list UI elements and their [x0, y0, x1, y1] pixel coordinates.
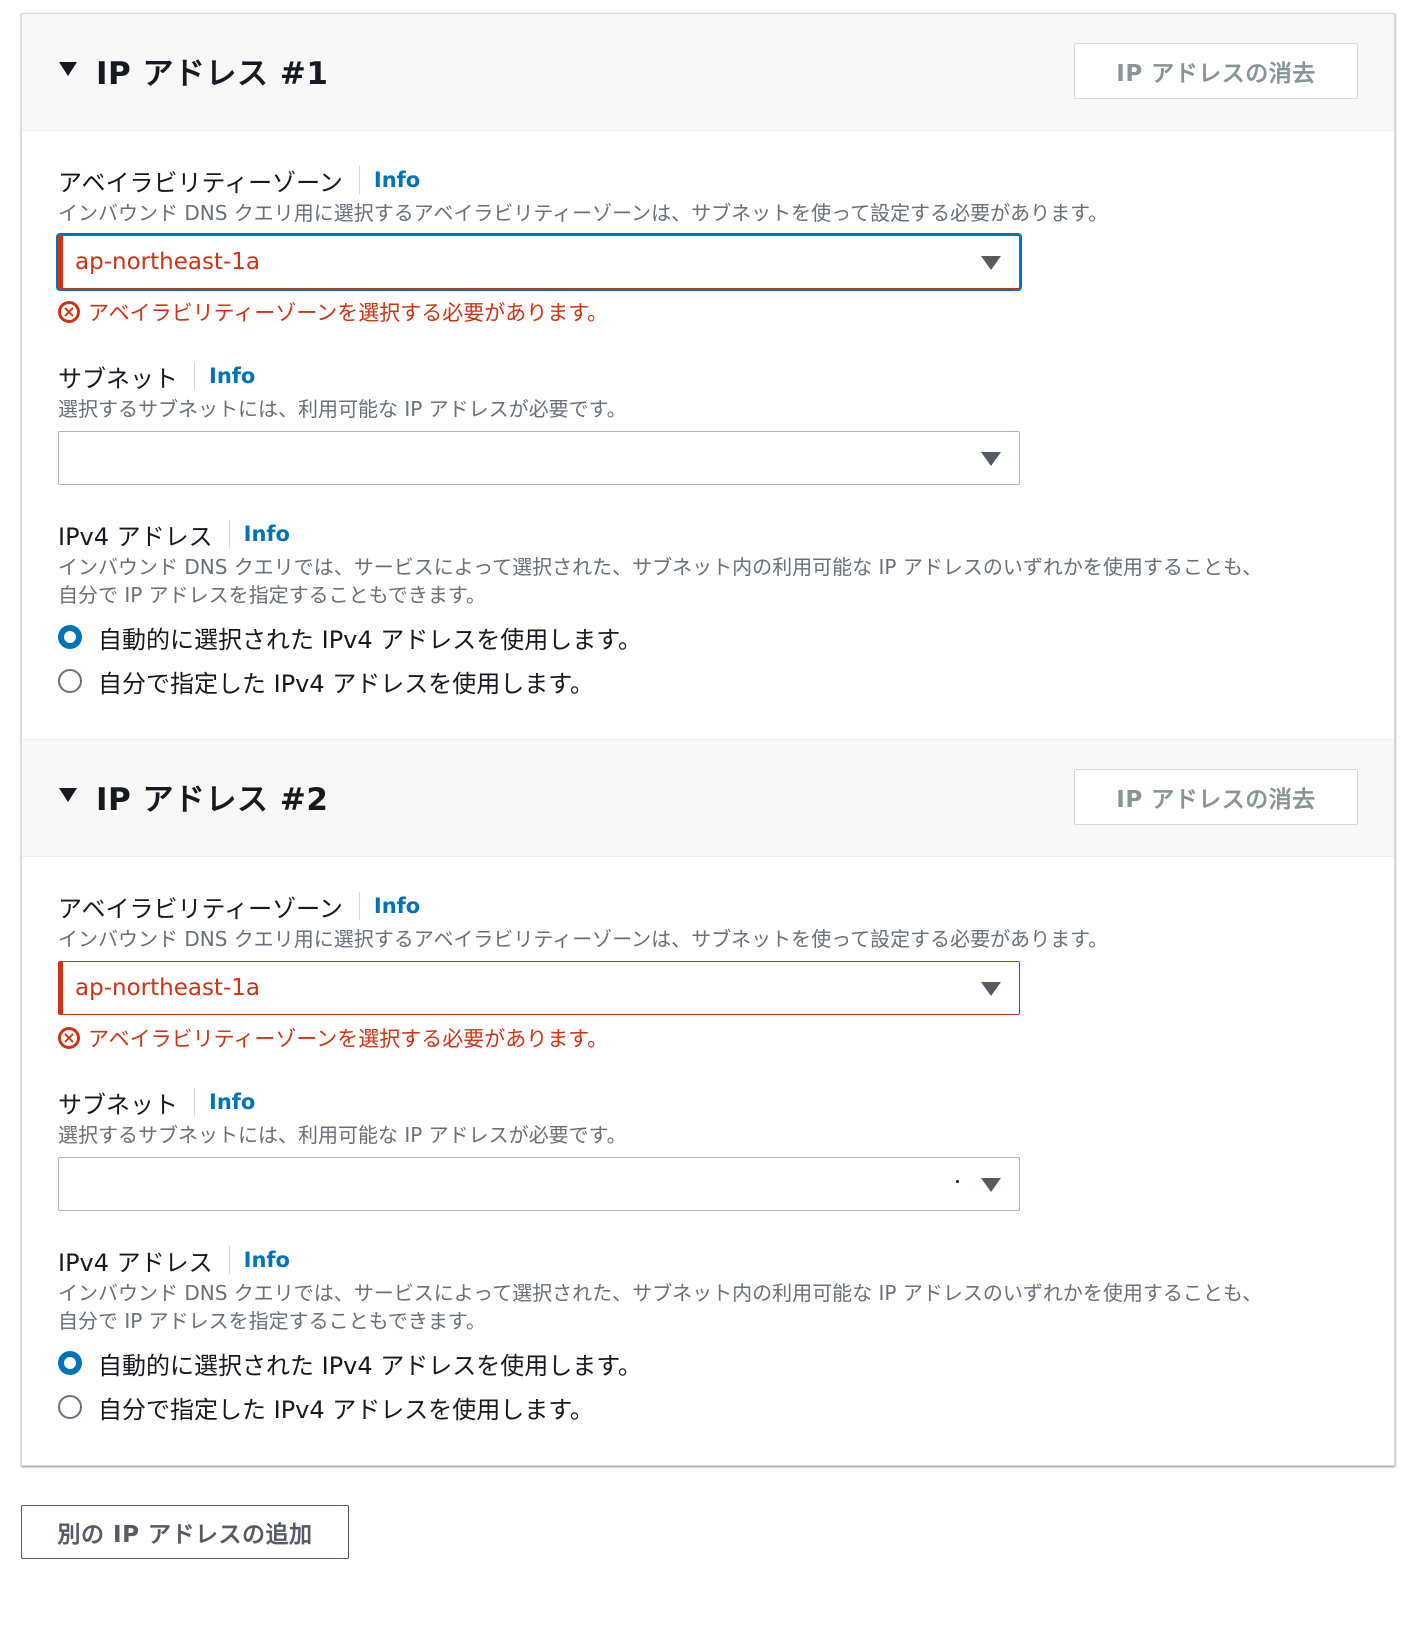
radio-label: 自動的に選択された IPv4 アドレスを使用します。 — [98, 625, 642, 654]
availability-zone-label: アベイラビリティーゾーン — [58, 168, 343, 197]
section-header[interactable]: IP アドレス #1 IP アドレスの消去 — [22, 14, 1394, 131]
ipv4-description-line2: 自分で IP アドレスを指定することもできます。 — [58, 1309, 486, 1333]
add-ip-address-button[interactable]: 別の IP アドレスの追加 — [21, 1505, 349, 1559]
error-icon: × — [58, 301, 80, 323]
radio-button-checked[interactable] — [58, 625, 82, 649]
error-text: アベイラビリティーゾーンを選択する必要があります。 — [88, 301, 609, 325]
section-body: アベイラビリティーゾーン Info インバウンド DNS クエリ用に選択するアベ… — [22, 857, 1394, 1465]
availability-zone-value: ap-northeast-1a — [75, 249, 260, 275]
dropdown-arrow-icon — [981, 1178, 1001, 1192]
info-link[interactable]: Info — [194, 362, 255, 390]
availability-zone-label: アベイラビリティーゾーン — [58, 894, 343, 923]
ip-address-section-2: IP アドレス #2 IP アドレスの消去 アベイラビリティーゾーン Info … — [22, 739, 1394, 1465]
radio-button-checked[interactable] — [58, 1351, 82, 1375]
info-link[interactable]: Info — [194, 1088, 255, 1116]
subnet-select[interactable] — [58, 431, 1020, 485]
availability-zone-description: インバウンド DNS クエリ用に選択するアベイラビリティーゾーンは、サブネットを… — [58, 201, 1109, 225]
dropdown-arrow-icon — [981, 982, 1001, 996]
info-link[interactable]: Info — [358, 892, 420, 920]
radio-auto-ipv4[interactable]: 自動的に選択された IPv4 アドレスを使用します。 — [58, 1341, 1358, 1385]
availability-zone-field: アベイラビリティーゾーン Info インバウンド DNS クエリ用に選択するアベ… — [58, 889, 1358, 1053]
error-text: アベイラビリティーゾーンを選択する必要があります。 — [88, 1027, 609, 1051]
remove-ip-address-button[interactable]: IP アドレスの消去 — [1074, 43, 1358, 99]
ipv4-label: IPv4 アドレス — [58, 522, 213, 551]
radio-button[interactable] — [58, 1395, 82, 1419]
radio-manual-ipv4[interactable]: 自分で指定した IPv4 アドレスを使用します。 — [58, 1385, 1358, 1429]
availability-zone-field: アベイラビリティーゾーン Info インバウンド DNS クエリ用に選択するアベ… — [58, 163, 1358, 327]
info-link[interactable]: Info — [358, 166, 420, 194]
remove-ip-address-button[interactable]: IP アドレスの消去 — [1074, 769, 1358, 825]
info-link[interactable]: Info — [228, 1246, 290, 1274]
subnet-field: サブネット Info 選択するサブネットには、利用可能な IP アドレスが必要で… — [58, 1085, 1358, 1211]
ipv4-description-line1: インバウンド DNS クエリでは、サービスによって選択された、サブネット内の利用… — [58, 555, 1263, 579]
availability-zone-description: インバウンド DNS クエリ用に選択するアベイラビリティーゾーンは、サブネットを… — [58, 927, 1109, 951]
section-title: IP アドレス #1 — [96, 56, 329, 92]
radio-manual-ipv4[interactable]: 自分で指定した IPv4 アドレスを使用します。 — [58, 659, 1358, 703]
subnet-description: 選択するサブネットには、利用可能な IP アドレスが必要です。 — [58, 1123, 627, 1147]
radio-auto-ipv4[interactable]: 自動的に選択された IPv4 アドレスを使用します。 — [58, 615, 1358, 659]
ip-address-section-1: IP アドレス #1 IP アドレスの消去 アベイラビリティーゾーン Info … — [22, 14, 1394, 739]
availability-zone-error: × アベイラビリティーゾーンを選択する必要があります。 — [58, 297, 1358, 327]
subnet-description: 選択するサブネットには、利用可能な IP アドレスが必要です。 — [58, 397, 627, 421]
loading-dot-icon — [956, 1180, 959, 1183]
ip-address-panel: IP アドレス #1 IP アドレスの消去 アベイラビリティーゾーン Info … — [21, 13, 1395, 1466]
availability-zone-value: ap-northeast-1a — [75, 975, 260, 1001]
subnet-label: サブネット — [58, 364, 178, 393]
availability-zone-select[interactable]: ap-northeast-1a — [58, 235, 1020, 289]
subnet-field: サブネット Info 選択するサブネットには、利用可能な IP アドレスが必要で… — [58, 359, 1358, 485]
ipv4-field: IPv4 アドレス Info インバウンド DNS クエリでは、サービスによって… — [58, 517, 1358, 703]
section-title: IP アドレス #2 — [96, 782, 329, 818]
subnet-label: サブネット — [58, 1090, 178, 1119]
ipv4-label: IPv4 アドレス — [58, 1248, 213, 1277]
caret-down-icon[interactable] — [59, 788, 77, 802]
availability-zone-select[interactable]: ap-northeast-1a — [58, 961, 1020, 1015]
section-header[interactable]: IP アドレス #2 IP アドレスの消去 — [22, 739, 1394, 857]
radio-button[interactable] — [58, 669, 82, 693]
dropdown-arrow-icon — [981, 256, 1001, 270]
radio-label: 自動的に選択された IPv4 アドレスを使用します。 — [98, 1351, 642, 1380]
section-body: アベイラビリティーゾーン Info インバウンド DNS クエリ用に選択するアベ… — [22, 131, 1394, 739]
dropdown-arrow-icon — [981, 452, 1001, 466]
error-icon: × — [58, 1027, 80, 1049]
availability-zone-error: × アベイラビリティーゾーンを選択する必要があります。 — [58, 1023, 1358, 1053]
radio-label: 自分で指定した IPv4 アドレスを使用します。 — [98, 1395, 594, 1424]
radio-label: 自分で指定した IPv4 アドレスを使用します。 — [98, 669, 594, 698]
ipv4-description-line2: 自分で IP アドレスを指定することもできます。 — [58, 583, 486, 607]
ipv4-field: IPv4 アドレス Info インバウンド DNS クエリでは、サービスによって… — [58, 1243, 1358, 1429]
info-link[interactable]: Info — [228, 520, 290, 548]
subnet-select[interactable] — [58, 1157, 1020, 1211]
caret-down-icon[interactable] — [59, 62, 77, 76]
ipv4-description-line1: インバウンド DNS クエリでは、サービスによって選択された、サブネット内の利用… — [58, 1281, 1263, 1305]
